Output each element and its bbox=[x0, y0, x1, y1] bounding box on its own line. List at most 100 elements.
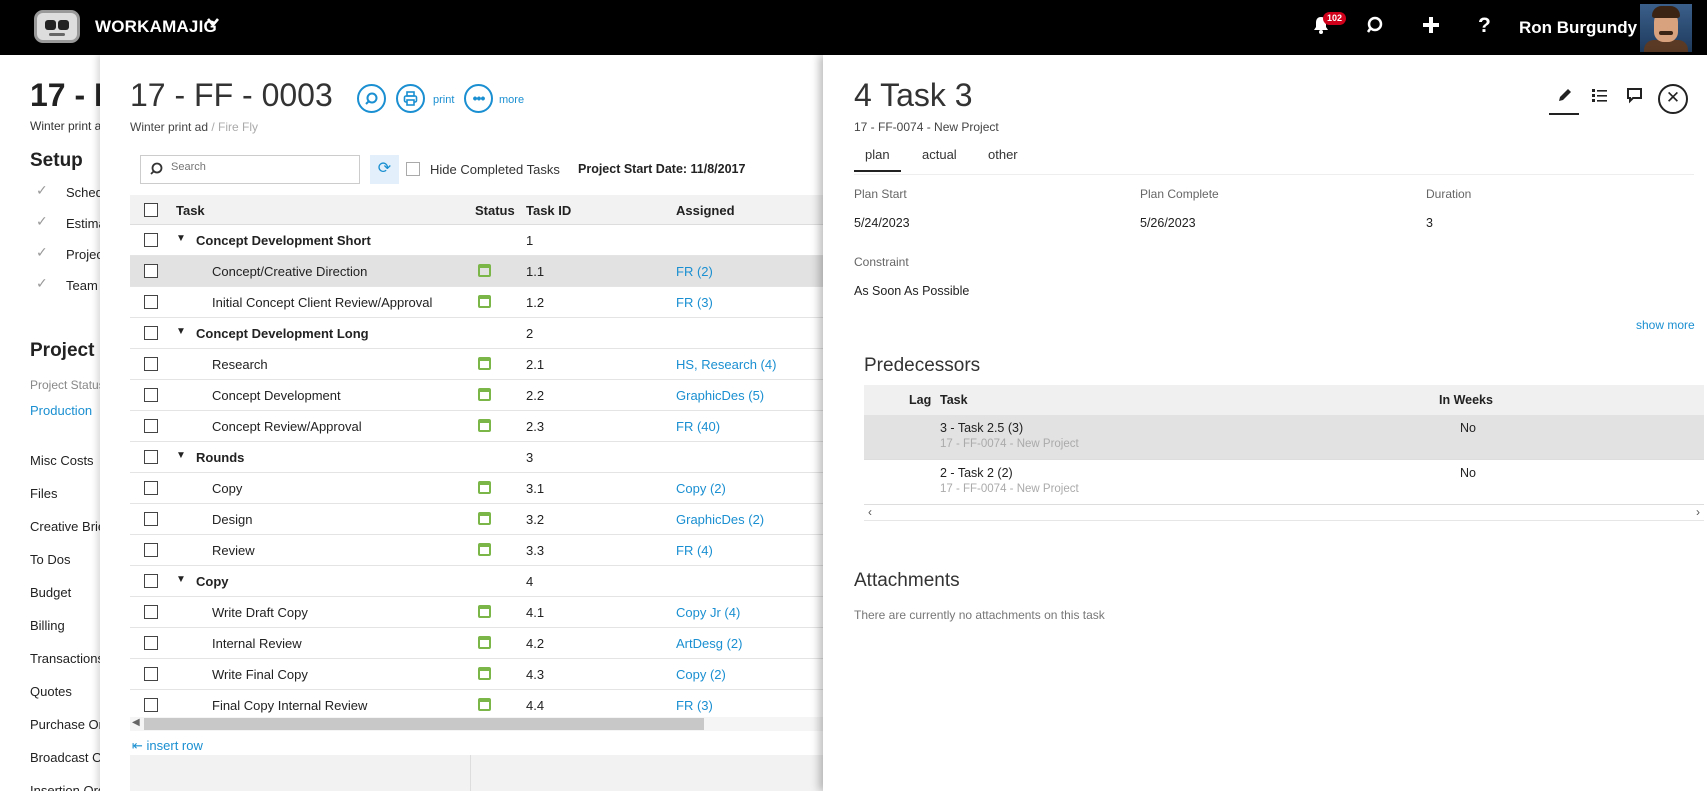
comment-icon[interactable] bbox=[1626, 87, 1643, 109]
menu-broadcast-orders[interactable]: Broadcast Orders bbox=[30, 750, 100, 765]
list-icon[interactable] bbox=[1591, 87, 1608, 109]
row-checkbox[interactable] bbox=[144, 512, 158, 526]
task-row[interactable]: Concept Development 2.2 GraphicDes (5) bbox=[130, 380, 823, 411]
task-group-row[interactable]: ▼ Rounds 3 bbox=[130, 442, 823, 473]
calendar-status-icon[interactable] bbox=[478, 419, 491, 432]
row-checkbox[interactable] bbox=[144, 543, 158, 557]
task-name[interactable]: Initial Concept Client Review/Approval bbox=[212, 295, 432, 310]
task-row[interactable]: Design 3.2 GraphicDes (2) bbox=[130, 504, 823, 535]
menu-to-dos[interactable]: To Dos bbox=[30, 552, 70, 567]
task-row[interactable]: Write Final Copy 4.3 Copy (2) bbox=[130, 659, 823, 690]
task-name[interactable]: Copy bbox=[212, 481, 242, 496]
help-icon[interactable]: ? bbox=[1478, 14, 1491, 38]
calendar-status-icon[interactable] bbox=[478, 636, 491, 649]
task-row[interactable]: Concept/Creative Direction 1.1 FR (2) bbox=[130, 256, 823, 287]
calendar-status-icon[interactable] bbox=[478, 264, 491, 277]
calendar-status-icon[interactable] bbox=[478, 512, 491, 525]
row-checkbox[interactable] bbox=[144, 357, 158, 371]
menu-billing[interactable]: Billing bbox=[30, 618, 65, 633]
task-name[interactable]: Concept Development Long bbox=[196, 326, 369, 341]
task-row[interactable]: Review 3.3 FR (4) bbox=[130, 535, 823, 566]
row-checkbox[interactable] bbox=[144, 667, 158, 681]
show-more-link[interactable]: show more bbox=[1636, 318, 1695, 332]
close-icon[interactable]: ✕ bbox=[1658, 84, 1688, 114]
tab-actual[interactable]: actual bbox=[911, 147, 968, 170]
calendar-status-icon[interactable] bbox=[478, 388, 491, 401]
task-name[interactable]: Internal Review bbox=[212, 636, 302, 651]
task-row[interactable]: Research 2.1 HS, Research (4) bbox=[130, 349, 823, 380]
calendar-status-icon[interactable] bbox=[478, 605, 491, 618]
setup-item-team[interactable]: Team bbox=[66, 278, 98, 293]
setup-item-estimate[interactable]: Estimate bbox=[66, 216, 100, 231]
user-avatar[interactable] bbox=[1640, 4, 1692, 52]
calendar-status-icon[interactable] bbox=[478, 481, 491, 494]
menu-purchase-orders[interactable]: Purchase Orders bbox=[30, 717, 100, 732]
scroll-left-icon[interactable]: ‹ bbox=[868, 505, 872, 519]
task-assigned[interactable]: GraphicDes (2) bbox=[676, 512, 764, 527]
setup-item-schedule[interactable]: Schedule bbox=[66, 185, 100, 200]
col-task[interactable]: Task bbox=[176, 203, 205, 218]
menu-misc-costs[interactable]: Misc Costs bbox=[30, 453, 94, 468]
row-checkbox[interactable] bbox=[144, 419, 158, 433]
row-checkbox[interactable] bbox=[144, 295, 158, 309]
menu-creative-brief[interactable]: Creative Brief bbox=[30, 519, 100, 534]
task-name[interactable]: Concept Review/Approval bbox=[212, 419, 362, 434]
setup-item-project[interactable]: Project bbox=[66, 247, 100, 262]
hide-completed-checkbox[interactable] bbox=[406, 162, 420, 176]
chevron-down-icon[interactable] bbox=[206, 15, 220, 32]
tab-other[interactable]: other bbox=[977, 147, 1029, 170]
task-assigned[interactable]: FR (2) bbox=[676, 264, 713, 279]
zoom-button[interactable] bbox=[357, 84, 386, 113]
predecessor-row[interactable]: 3 - Task 2.5 (3) 17 - FF-0074 - New Proj… bbox=[864, 415, 1704, 460]
collapse-caret-icon[interactable]: ▼ bbox=[176, 574, 186, 585]
calendar-status-icon[interactable] bbox=[478, 667, 491, 680]
task-assigned[interactable]: FR (3) bbox=[676, 698, 713, 713]
task-row[interactable]: Internal Review 4.2 ArtDesg (2) bbox=[130, 628, 823, 659]
task-group-row[interactable]: ▼ Concept Development Long 2 bbox=[130, 318, 823, 349]
insert-row-button[interactable]: ⇤ insert row bbox=[132, 738, 203, 754]
menu-transactions[interactable]: Transactions bbox=[30, 651, 100, 666]
row-checkbox[interactable] bbox=[144, 574, 158, 588]
scroll-left-icon[interactable]: ◀ bbox=[132, 717, 140, 728]
col-task-id[interactable]: Task ID bbox=[526, 203, 571, 218]
col-assigned[interactable]: Assigned bbox=[676, 203, 735, 218]
task-assigned[interactable]: HS, Research (4) bbox=[676, 357, 776, 372]
task-name[interactable]: Design bbox=[212, 512, 252, 527]
plan-start-value[interactable]: 5/24/2023 bbox=[854, 216, 910, 230]
add-plus-icon[interactable] bbox=[1421, 15, 1441, 41]
task-group-row[interactable]: ▼ Copy 4 bbox=[130, 566, 823, 597]
refresh-icon[interactable]: ⟳ bbox=[370, 155, 399, 184]
row-checkbox[interactable] bbox=[144, 326, 158, 340]
row-checkbox[interactable] bbox=[144, 450, 158, 464]
row-checkbox[interactable] bbox=[144, 698, 158, 712]
task-assigned[interactable]: FR (3) bbox=[676, 295, 713, 310]
task-assigned[interactable]: Copy (2) bbox=[676, 667, 726, 682]
task-assigned[interactable]: Copy Jr (4) bbox=[676, 605, 740, 620]
task-row[interactable]: Copy 3.1 Copy (2) bbox=[130, 473, 823, 504]
tab-plan[interactable]: plan bbox=[854, 147, 901, 172]
task-group-row[interactable]: ▼ Concept Development Short 1 bbox=[130, 225, 823, 256]
scrollbar-thumb[interactable] bbox=[144, 718, 704, 730]
select-all-checkbox[interactable] bbox=[144, 203, 158, 217]
collapse-caret-icon[interactable]: ▼ bbox=[176, 326, 186, 337]
scroll-right-icon[interactable]: › bbox=[1696, 505, 1700, 519]
row-checkbox[interactable] bbox=[144, 605, 158, 619]
task-assigned[interactable]: FR (40) bbox=[676, 419, 720, 434]
row-checkbox[interactable] bbox=[144, 388, 158, 402]
predecessor-row[interactable]: 2 - Task 2 (2) 17 - FF-0074 - New Projec… bbox=[864, 460, 1704, 505]
task-row[interactable]: Initial Concept Client Review/Approval 1.… bbox=[130, 287, 823, 318]
predecessors-scrollbar[interactable]: ‹ › bbox=[864, 505, 1704, 521]
task-row[interactable]: Write Draft Copy 4.1 Copy Jr (4) bbox=[130, 597, 823, 628]
print-button[interactable]: print bbox=[433, 94, 454, 106]
task-assigned[interactable]: GraphicDes (5) bbox=[676, 388, 764, 403]
task-name[interactable]: Rounds bbox=[196, 450, 244, 465]
task-name[interactable]: Concept Development bbox=[212, 388, 341, 403]
duration-value[interactable]: 3 bbox=[1426, 216, 1433, 230]
collapse-caret-icon[interactable]: ▼ bbox=[176, 233, 186, 244]
menu-files[interactable]: Files bbox=[30, 486, 57, 501]
constraint-value[interactable]: As Soon As Possible bbox=[854, 284, 969, 298]
more-icon[interactable]: ••• bbox=[464, 84, 493, 113]
task-name[interactable]: Review bbox=[212, 543, 255, 558]
task-name[interactable]: Research bbox=[212, 357, 268, 372]
task-name[interactable]: Write Final Copy bbox=[212, 667, 308, 682]
